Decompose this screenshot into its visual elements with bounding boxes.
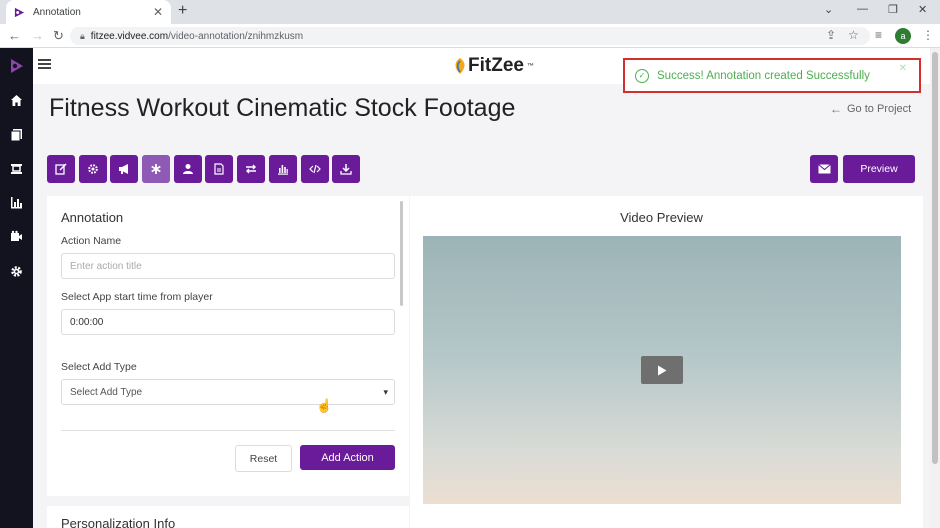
user-icon[interactable] <box>173 155 202 183</box>
success-check-icon: ✓ <box>635 68 649 83</box>
app-sidebar <box>0 48 33 528</box>
reset-button[interactable]: Reset <box>235 445 292 472</box>
home-icon[interactable] <box>8 92 25 109</box>
swap-icon[interactable] <box>237 155 266 183</box>
lock-icon: 🔒︎ <box>80 30 85 41</box>
add-type-select[interactable]: Select Add Type ▾ <box>61 379 395 405</box>
url-path: /video-annotation/znihmzkusm <box>168 30 304 42</box>
browser-tab[interactable]: Annotation ✕ <box>6 0 171 24</box>
video-icon[interactable] <box>8 228 25 245</box>
restore-icon[interactable]: ❐ <box>888 3 898 16</box>
preview-button[interactable]: Preview <box>843 155 915 183</box>
download-icon[interactable] <box>332 155 361 183</box>
mouse-pointer-icon: ☝ <box>316 398 333 413</box>
url-domain: fitzee.vidvee.com <box>90 30 169 42</box>
go-to-project-label: Go to Project <box>847 103 912 115</box>
video-preview-panel: Video Preview <box>410 196 923 528</box>
window-close-icon[interactable]: ✕ <box>918 3 927 16</box>
url-input[interactable]: 🔒︎ fitzee.vidvee.com/video-annotation/zn… <box>70 27 870 45</box>
megaphone-icon[interactable] <box>110 155 139 183</box>
browser-menu-icon[interactable]: ⋮ <box>922 28 934 42</box>
form-divider <box>61 430 395 431</box>
new-tab-icon[interactable]: + <box>178 2 187 20</box>
gear-bug-icon[interactable] <box>78 155 107 183</box>
add-type-value: Select Add Type <box>70 386 143 398</box>
annotation-panel-scrollbar[interactable] <box>400 201 403 306</box>
toast-message: Success! Annotation created Successfully <box>657 69 870 82</box>
document-icon[interactable] <box>205 155 234 183</box>
personalization-panel: Personalization Info <box>47 506 409 528</box>
page-title: Fitness Workout Cinematic Stock Footage <box>49 94 516 122</box>
tab-close-icon[interactable]: ✕ <box>153 5 163 19</box>
main-content: FitZee ™ ✓ Success! Annotation created S… <box>33 48 930 528</box>
minimize-icon[interactable]: — <box>857 3 868 15</box>
start-time-input[interactable]: 0:00:00 <box>61 309 395 335</box>
reading-list-icon[interactable]: ≡ <box>875 28 882 42</box>
browser-tab-title: Annotation <box>33 6 81 18</box>
add-type-label: Select Add Type <box>61 361 137 373</box>
asterisk-icon[interactable] <box>142 155 171 183</box>
layout-icon[interactable] <box>8 160 25 177</box>
vidvee-favicon-icon <box>14 7 25 17</box>
action-name-input[interactable]: Enter action title <box>61 253 395 279</box>
browser-tab-bar: Annotation ✕ + ⌄ — ❐ ✕ <box>0 0 940 24</box>
edit-icon[interactable] <box>47 155 75 183</box>
start-time-label: Select App start time from player <box>61 291 213 303</box>
bar-chart-icon[interactable] <box>268 155 297 183</box>
profile-avatar[interactable]: a <box>895 28 911 44</box>
browser-address-bar: ← → ↻ 🔒︎ fitzee.vidvee.com/video-annotat… <box>0 24 940 48</box>
analytics-icon[interactable] <box>8 194 25 211</box>
app-logo-icon[interactable] <box>8 57 25 74</box>
page-scrollbar-thumb[interactable] <box>932 52 938 464</box>
go-to-project-link[interactable]: ← Go to Project <box>830 102 911 116</box>
back-icon[interactable]: ← <box>8 28 21 43</box>
share-icon[interactable]: ⇪ <box>826 28 836 42</box>
play-icon <box>658 365 667 375</box>
annotation-heading: Annotation <box>61 210 124 225</box>
code-icon[interactable] <box>300 155 329 183</box>
arrow-left-icon: ← <box>830 102 842 116</box>
video-preview-heading: Video Preview <box>620 210 703 225</box>
bookmark-star-icon[interactable]: ☆ <box>848 28 859 42</box>
personalization-heading: Personalization Info <box>61 516 176 528</box>
forward-icon[interactable]: → <box>31 28 44 43</box>
success-toast: ✓ Success! Annotation created Successful… <box>623 58 921 93</box>
toast-close-icon[interactable]: ✕ <box>899 63 907 74</box>
action-name-label: Action Name <box>61 235 122 247</box>
add-action-button[interactable]: Add Action <box>300 445 395 470</box>
reload-icon[interactable]: ↻ <box>53 28 64 44</box>
settings-icon[interactable] <box>8 263 25 280</box>
play-button[interactable] <box>641 356 683 384</box>
video-player[interactable] <box>423 236 901 504</box>
tab-search-chevron-icon[interactable]: ⌄ <box>824 3 833 16</box>
email-button[interactable] <box>810 155 838 183</box>
fitzee-leaf-icon <box>455 58 465 74</box>
annotation-panel: Annotation Action Name Enter action titl… <box>47 196 409 496</box>
pages-icon[interactable] <box>8 126 25 143</box>
fitzee-logo[interactable]: FitZee ™ <box>453 55 534 77</box>
chevron-down-icon: ▾ <box>383 386 388 397</box>
logo-text: FitZee <box>468 55 524 76</box>
annotation-toolbar <box>47 155 364 183</box>
logo-trademark: ™ <box>526 62 534 70</box>
hamburger-menu-icon[interactable] <box>38 59 51 69</box>
mail-icon <box>817 164 831 174</box>
